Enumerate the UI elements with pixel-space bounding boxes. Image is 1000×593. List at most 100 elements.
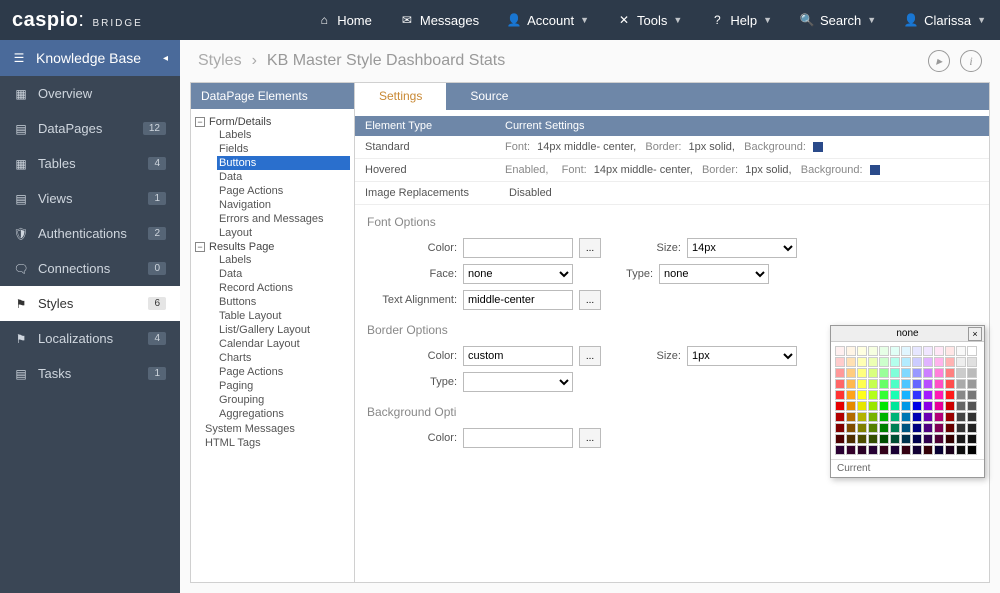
color-swatch-cell[interactable] <box>967 379 977 389</box>
color-swatch-cell[interactable] <box>923 445 933 455</box>
table-row[interactable]: Image Replacements Disabled <box>355 182 989 205</box>
bg-color-picker-button[interactable]: ... <box>579 428 601 448</box>
topnav-clarissa[interactable]: 👤Clarissa▼ <box>890 0 1000 40</box>
color-swatch-cell[interactable] <box>912 401 922 411</box>
color-swatch-cell[interactable] <box>890 434 900 444</box>
color-swatch-cell[interactable] <box>846 412 856 422</box>
color-swatch-cell[interactable] <box>923 423 933 433</box>
breadcrumb-root[interactable]: Styles <box>198 52 242 70</box>
tree-group-label[interactable]: Results Page <box>209 241 274 253</box>
topnav-tools[interactable]: ✕Tools▼ <box>603 0 696 40</box>
topnav-home[interactable]: ⌂Home <box>303 0 386 40</box>
font-type-select[interactable]: none <box>659 264 769 284</box>
color-swatch-cell[interactable] <box>956 357 966 367</box>
color-swatch-cell[interactable] <box>956 390 966 400</box>
color-swatch-cell[interactable] <box>934 368 944 378</box>
color-swatch-cell[interactable] <box>868 346 878 356</box>
topnav-search[interactable]: 🔍Search▼ <box>786 0 890 40</box>
text-alignment-input[interactable] <box>463 290 573 310</box>
color-swatch-cell[interactable] <box>912 445 922 455</box>
color-swatch-cell[interactable] <box>901 357 911 367</box>
tree-leaf[interactable]: Fields <box>217 142 350 156</box>
color-swatch-cell[interactable] <box>923 390 933 400</box>
tree-leaf[interactable]: Table Layout <box>217 309 350 323</box>
color-swatch-cell[interactable] <box>868 390 878 400</box>
color-swatch-cell[interactable] <box>967 412 977 422</box>
tree-leaf[interactable]: System Messages <box>203 422 350 436</box>
color-swatch-cell[interactable] <box>890 368 900 378</box>
tree-leaf[interactable]: Paging <box>217 379 350 393</box>
tree-group-label[interactable]: Form/Details <box>209 116 271 128</box>
color-swatch-cell[interactable] <box>912 346 922 356</box>
color-swatch-cell[interactable] <box>923 379 933 389</box>
color-swatch-cell[interactable] <box>879 390 889 400</box>
tree-leaf[interactable]: Buttons <box>217 156 350 170</box>
color-swatch-cell[interactable] <box>868 379 878 389</box>
color-swatch-cell[interactable] <box>835 390 845 400</box>
color-swatch-cell[interactable] <box>901 412 911 422</box>
color-swatch-cell[interactable] <box>857 379 867 389</box>
sidebar-item-styles[interactable]: ⚑Styles6 <box>0 286 180 321</box>
color-swatch-cell[interactable] <box>857 346 867 356</box>
color-swatch-cell[interactable] <box>923 357 933 367</box>
font-size-select[interactable]: 14px <box>687 238 797 258</box>
color-swatch-cell[interactable] <box>912 379 922 389</box>
color-swatch-cell[interactable] <box>868 401 878 411</box>
sidebar-item-tasks[interactable]: ▤Tasks1 <box>0 356 180 391</box>
font-color-input[interactable] <box>463 238 573 258</box>
color-swatch-cell[interactable] <box>846 445 856 455</box>
color-swatch-cell[interactable] <box>846 423 856 433</box>
color-swatch-cell[interactable] <box>835 379 845 389</box>
topnav-messages[interactable]: ✉Messages <box>386 0 493 40</box>
play-icon[interactable]: ▸ <box>928 50 950 72</box>
color-swatch-cell[interactable] <box>945 390 955 400</box>
color-swatch-cell[interactable] <box>835 445 845 455</box>
color-swatch-cell[interactable] <box>956 379 966 389</box>
color-swatch-cell[interactable] <box>956 401 966 411</box>
color-swatch-cell[interactable] <box>901 368 911 378</box>
font-face-select[interactable]: none <box>463 264 573 284</box>
sidebar-item-views[interactable]: ▤Views1 <box>0 181 180 216</box>
tree-leaf[interactable]: Buttons <box>217 295 350 309</box>
color-swatch-cell[interactable] <box>890 379 900 389</box>
text-alignment-picker-button[interactable]: ... <box>579 290 601 310</box>
color-swatch-cell[interactable] <box>934 412 944 422</box>
tree-leaf[interactable]: HTML Tags <box>203 436 350 450</box>
color-swatch-cell[interactable] <box>945 401 955 411</box>
color-swatch-cell[interactable] <box>868 412 878 422</box>
sidebar-item-tables[interactable]: ▦Tables4 <box>0 146 180 181</box>
color-swatch-cell[interactable] <box>879 412 889 422</box>
color-swatch-cell[interactable] <box>967 390 977 400</box>
tree-leaf[interactable]: Data <box>217 170 350 184</box>
color-swatch-cell[interactable] <box>934 390 944 400</box>
tree-leaf[interactable]: Labels <box>217 253 350 267</box>
color-swatch-cell[interactable] <box>879 357 889 367</box>
topnav-help[interactable]: ?Help▼ <box>696 0 786 40</box>
border-color-picker-button[interactable]: ... <box>579 346 601 366</box>
color-swatch-cell[interactable] <box>934 357 944 367</box>
color-swatch-cell[interactable] <box>934 401 944 411</box>
sidebar-item-authentications[interactable]: 🛡Authentications2 <box>0 216 180 251</box>
color-swatch-cell[interactable] <box>857 401 867 411</box>
color-swatch-cell[interactable] <box>835 346 845 356</box>
sidebar-item-connections[interactable]: 🗨Connections0 <box>0 251 180 286</box>
color-swatch-cell[interactable] <box>956 434 966 444</box>
topnav-account[interactable]: 👤Account▼ <box>493 0 603 40</box>
color-swatch-cell[interactable] <box>857 445 867 455</box>
tree-toggle[interactable]: − <box>195 117 205 127</box>
color-swatch-cell[interactable] <box>923 368 933 378</box>
table-row[interactable]: HoveredEnabled, Font: 14px middle- cente… <box>355 159 989 182</box>
border-type-select[interactable] <box>463 372 573 392</box>
tree-leaf[interactable]: Record Actions <box>217 281 350 295</box>
color-swatch-cell[interactable] <box>890 346 900 356</box>
color-swatch-cell[interactable] <box>890 412 900 422</box>
color-swatch-cell[interactable] <box>967 445 977 455</box>
color-swatch-cell[interactable] <box>967 368 977 378</box>
color-swatch-cell[interactable] <box>945 412 955 422</box>
color-swatch-cell[interactable] <box>934 379 944 389</box>
color-swatch-cell[interactable] <box>967 434 977 444</box>
tree-leaf[interactable]: Navigation <box>217 198 350 212</box>
color-swatch-cell[interactable] <box>934 346 944 356</box>
color-swatch-cell[interactable] <box>945 434 955 444</box>
tab-source[interactable]: Source <box>446 83 532 110</box>
